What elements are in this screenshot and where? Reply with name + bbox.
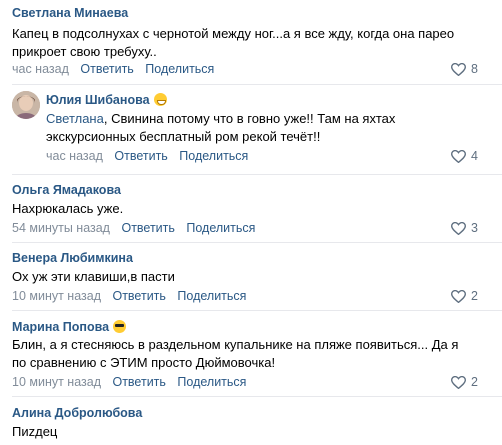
heart-outline-icon [451, 221, 467, 235]
comment-time[interactable]: час назад [12, 62, 69, 76]
comment-meta: 10 минут назад Ответить Поделиться [12, 375, 246, 389]
comment-text-line: Капец в подсолнухах с чернотой между ног… [12, 26, 455, 41]
like-count: 4 [471, 149, 478, 163]
like-button[interactable]: 2 [451, 289, 478, 303]
comment-author[interactable]: Юлия Шибанова [46, 93, 167, 107]
reply-button[interactable]: Ответить [114, 149, 167, 163]
comment-text-line: Пиzдец [12, 424, 58, 439]
comment-text: Блин, а я стесняюсь в раздельном купальн… [12, 336, 458, 372]
like-count: 2 [471, 289, 478, 303]
comment-text-line: прикроет свою требуху.. [12, 44, 157, 59]
share-button[interactable]: Поделиться [177, 289, 246, 303]
grinning-face-emoji [153, 93, 167, 106]
comment-text-line: по сравнению с ЭТИМ просто Дюймовочка! [12, 355, 276, 370]
comment-author[interactable]: Светлана Минаева [12, 6, 128, 20]
like-count: 2 [471, 375, 478, 389]
sunglasses-face-emoji [113, 320, 127, 333]
comment-meta: час назад Ответить Поделиться [46, 149, 248, 163]
share-button[interactable]: Поделиться [145, 62, 214, 76]
comment-meta: 10 минут назад Ответить Поделиться [12, 289, 246, 303]
comment-4: Венера Любимкина Ох уж эти клавиши,в пас… [0, 243, 502, 311]
comment-text: Светлана, Свинина потому что в говно уже… [46, 110, 395, 146]
comment-time[interactable]: 10 минут назад [12, 289, 101, 303]
comment-2: Юлия Шибанова Светлана, Свинина потому ч… [0, 85, 502, 175]
comment-time[interactable]: час назад [46, 149, 103, 163]
reply-button[interactable]: Ответить [112, 289, 165, 303]
comment-time[interactable]: 54 минуты назад [12, 221, 110, 235]
like-button[interactable]: 2 [451, 375, 478, 389]
comment-author[interactable]: Алина Добролюбова [12, 406, 142, 420]
comment-text-line: Нахрюкалась уже. [12, 201, 124, 216]
comment-author[interactable]: Марина Попова [12, 320, 127, 334]
comment-text: Нахрюкалась уже. [12, 200, 123, 218]
comment-meta: час назад Ответить Поделиться [12, 62, 214, 76]
comment-author[interactable]: Ольга Ямадакова [12, 183, 121, 197]
heart-outline-icon [451, 149, 467, 163]
comment-3: Ольга Ямадакова Нахрюкалась уже. 54 мину… [0, 175, 502, 243]
comment-text-line: Блин, а я стесняюсь в раздельном купальн… [12, 337, 459, 352]
comment-text-line: Светлана, Свинина потому что в говно уже… [46, 111, 396, 126]
heart-outline-icon [451, 375, 467, 389]
heart-outline-icon [451, 289, 467, 303]
avatar[interactable] [12, 91, 40, 119]
comment-text: Ох уж эти клавиши,в пасти [12, 268, 175, 286]
like-button[interactable]: 4 [451, 149, 478, 163]
comment-text: Капец в подсолнухах с чернотой между ног… [12, 25, 454, 61]
share-button[interactable]: Поделиться [177, 375, 246, 389]
reply-button[interactable]: Ответить [80, 62, 133, 76]
comment-5: Марина Попова Блин, а я стесняюсь в разд… [0, 311, 502, 397]
like-count: 8 [471, 62, 478, 76]
comment-author[interactable]: Венера Любимкина [12, 251, 133, 265]
heart-outline-icon [451, 62, 467, 76]
like-button[interactable]: 8 [451, 62, 478, 76]
comment-text-line: Ох уж эти клавиши,в пасти [12, 269, 175, 284]
comment-6: Алина Добролюбова Пиzдец [0, 397, 502, 445]
share-button[interactable]: Поделиться [186, 221, 255, 235]
like-count: 3 [471, 221, 478, 235]
share-button[interactable]: Поделиться [179, 149, 248, 163]
comment-text-line: экскурсионных бесплатный ром рекой течёт… [46, 129, 321, 144]
comment-text: Пиzдец [12, 423, 57, 441]
like-button[interactable]: 3 [451, 221, 478, 235]
comment-1: Светлана Минаева Капец в подсолнухах с ч… [0, 0, 502, 88]
comment-meta: 54 минуты назад Ответить Поделиться [12, 221, 255, 235]
reply-button[interactable]: Ответить [121, 221, 174, 235]
reply-button[interactable]: Ответить [112, 375, 165, 389]
comment-time[interactable]: 10 минут назад [12, 375, 101, 389]
mention-link[interactable]: Светлана [46, 111, 104, 126]
